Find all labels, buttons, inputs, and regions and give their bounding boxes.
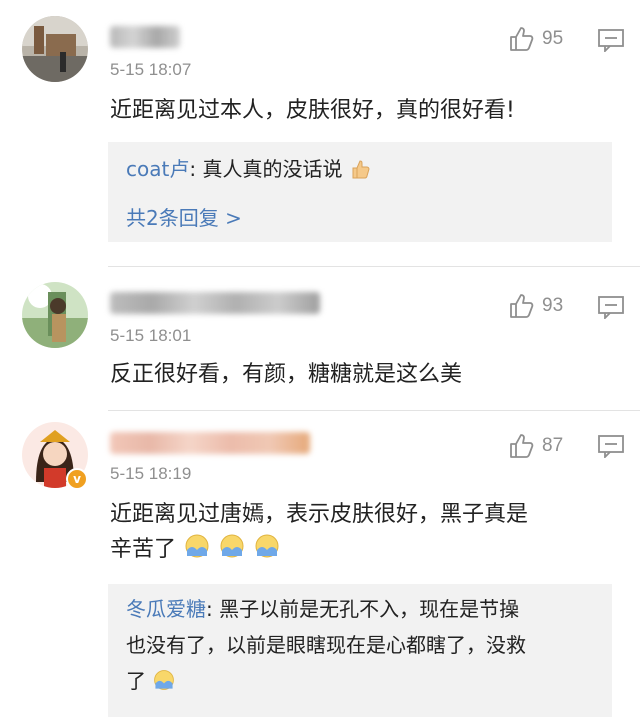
username[interactable] bbox=[110, 26, 180, 48]
comment-text-line-content: 辛苦了 bbox=[110, 537, 177, 562]
comment-time: 5-15 18:19 bbox=[110, 464, 192, 483]
facepalm-emoji-icon bbox=[220, 534, 244, 558]
reply-separator: : bbox=[189, 157, 203, 181]
comment-icon[interactable] bbox=[597, 434, 625, 458]
facepalm-emoji-icon bbox=[255, 534, 279, 558]
comment-text: 近距离见过唐嫣，表示皮肤很好，黑子真是 辛苦了 bbox=[110, 498, 610, 567]
divider bbox=[108, 266, 640, 267]
reply-box[interactable]: 冬瓜爱糖: 黑子以前是无孔不入，现在是节操 也没有了，以前是眼瞎现在是心都瞎了，… bbox=[108, 584, 612, 717]
comment-text: 反正很好看，有颜，糖糖就是这么美 bbox=[110, 362, 463, 387]
reply-separator: : bbox=[206, 597, 220, 621]
username[interactable] bbox=[110, 292, 320, 314]
reply-text: 真人真的没话说 bbox=[202, 157, 343, 181]
like-count: 87 bbox=[542, 435, 564, 456]
like-count: 93 bbox=[542, 295, 564, 316]
reply-text-line-content: 了 bbox=[126, 669, 146, 693]
thumbs-up-icon bbox=[510, 434, 534, 458]
facepalm-emoji-icon bbox=[154, 670, 175, 690]
reply-box[interactable]: coat卢: 真人真的没话说 共2条回复 > bbox=[108, 142, 612, 242]
thumbs-up-icon bbox=[510, 27, 534, 51]
thumbs-up-emoji-icon bbox=[352, 160, 370, 179]
comment-time: 5-15 18:01 bbox=[110, 326, 192, 345]
reply-text-line: 也没有了，以前是眼瞎现在是心都瞎了，没救 bbox=[126, 633, 526, 657]
comment-item: v 5-15 18:19 87 近距离见过唐嫣，表示皮肤很好，黑子真是 辛苦了 … bbox=[0, 412, 640, 717]
comment-text-line: 近距离见过唐嫣，表示皮肤很好，黑子真是 bbox=[110, 502, 529, 527]
avatar[interactable] bbox=[22, 282, 88, 348]
reply-item: coat卢: 真人真的没话说 bbox=[126, 154, 371, 184]
reply-text-line: 了 bbox=[126, 666, 176, 696]
thumbs-up-icon bbox=[510, 294, 534, 318]
avatar[interactable] bbox=[22, 16, 88, 82]
facepalm-emoji-icon bbox=[185, 534, 209, 558]
divider bbox=[108, 410, 640, 411]
username[interactable] bbox=[110, 432, 310, 454]
like-button[interactable]: 87 bbox=[508, 432, 563, 460]
reply-username[interactable]: 冬瓜爱糖 bbox=[126, 597, 206, 621]
like-count: 95 bbox=[542, 28, 564, 49]
reply-item: 冬瓜爱糖: 黑子以前是无孔不入，现在是节操 bbox=[126, 594, 612, 624]
reply-username[interactable]: coat卢 bbox=[126, 157, 189, 181]
comment-text-line: 辛苦了 bbox=[110, 532, 610, 567]
like-button[interactable]: 95 bbox=[508, 25, 563, 53]
comment-text: 近距离见过本人，皮肤很好，真的很好看! bbox=[110, 98, 515, 123]
reply-text: 黑子以前是无孔不入，现在是节操 bbox=[219, 597, 520, 621]
comment-icon[interactable] bbox=[597, 28, 625, 52]
like-button[interactable]: 93 bbox=[508, 292, 563, 320]
verified-badge-icon: v bbox=[66, 468, 88, 490]
comment-item: 5-15 18:01 93 反正很好看，有颜，糖糖就是这么美 bbox=[0, 270, 640, 410]
comment-time: 5-15 18:07 bbox=[110, 60, 192, 79]
view-more-replies-link[interactable]: 共2条回复 > bbox=[126, 202, 242, 231]
comment-icon[interactable] bbox=[597, 295, 625, 319]
comment-item: 5-15 18:07 95 近距离见过本人，皮肤很好，真的很好看! coat卢:… bbox=[0, 0, 640, 270]
